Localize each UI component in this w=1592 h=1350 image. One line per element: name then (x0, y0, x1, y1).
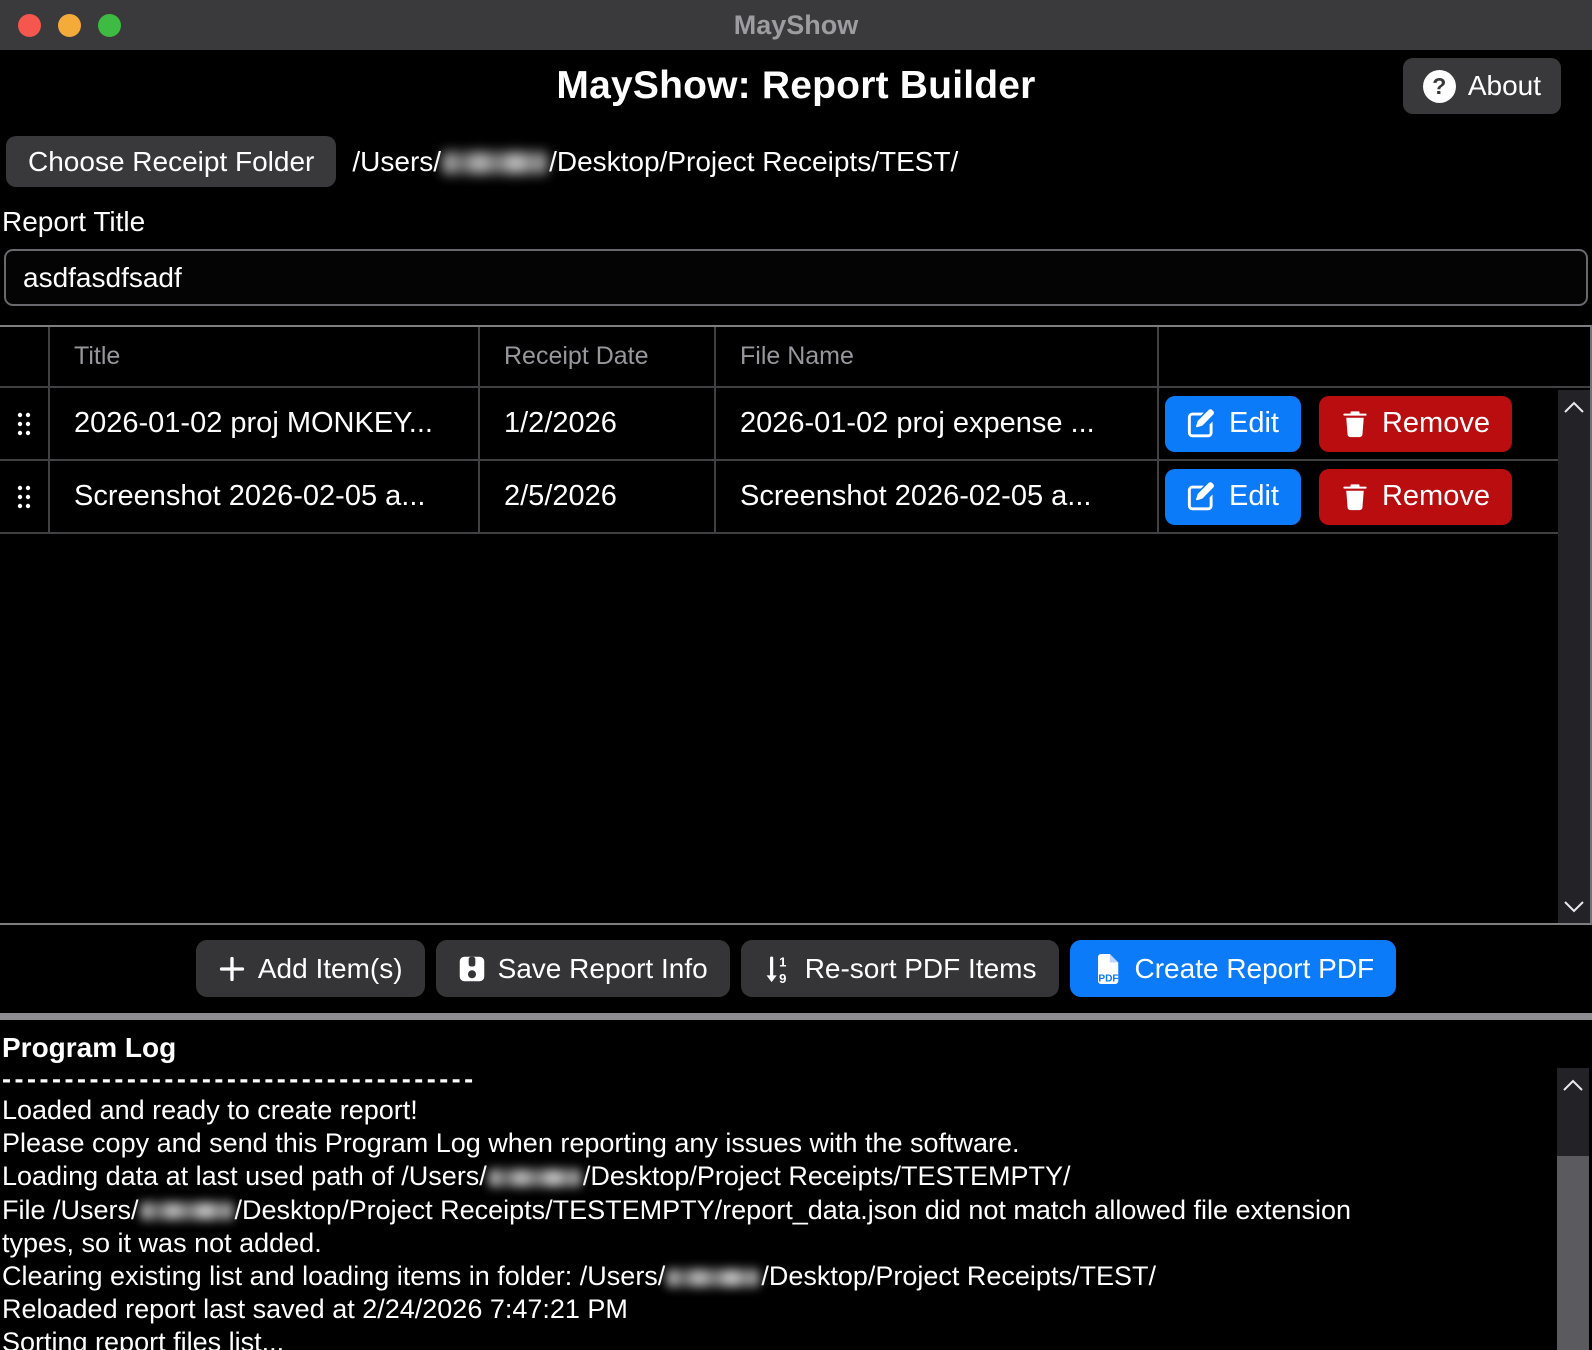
log-line: types, so it was not added. (2, 1227, 1532, 1260)
pane-divider (0, 1013, 1592, 1020)
resort-pdf-items-label: Re-sort PDF Items (805, 953, 1037, 985)
column-header-receipt-date: Receipt Date (478, 327, 714, 386)
log-scrollbar-thumb[interactable] (1557, 1156, 1589, 1350)
save-floppy-icon (458, 955, 486, 983)
log-line: File /Users//Desktop/Project Receipts/TE… (2, 1194, 1532, 1227)
app-header: MayShow: Report Builder ? About (0, 58, 1592, 124)
question-icon: ? (1423, 70, 1456, 103)
pencil-square-icon (1187, 482, 1216, 511)
about-button[interactable]: ? About (1403, 58, 1561, 114)
about-button-label: About (1468, 70, 1541, 102)
cell-title: Screenshot 2026-02-05 a... (48, 461, 478, 532)
table-row: 2026-01-02 proj MONKEY... 1/2/2026 2026-… (0, 388, 1590, 461)
log-line: Sorting report files list... (2, 1326, 1532, 1350)
table-row: Screenshot 2026-02-05 a... 2/5/2026 Scre… (0, 461, 1590, 534)
cell-file-name: 2026-01-02 proj expense ... (714, 388, 1157, 459)
receipt-folder-path: /Users/ /Desktop/Project Receipts/TEST/ (352, 146, 958, 178)
redacted-username (489, 1169, 581, 1187)
cell-actions: Edit Remove (1157, 388, 1590, 459)
table-scrollbar[interactable] (1558, 390, 1590, 923)
window-title: MayShow (0, 10, 1592, 41)
svg-text:PDF: PDF (1098, 973, 1118, 984)
path-prefix: /Users/ (352, 146, 441, 177)
log-line: Loading data at last used path of /Users… (2, 1160, 1532, 1193)
remove-button-label: Remove (1382, 407, 1490, 440)
sort-numeric-down-icon: 1 9 (763, 954, 793, 984)
add-items-button[interactable]: Add Item(s) (196, 940, 425, 997)
pencil-square-icon (1187, 409, 1216, 438)
scroll-up-icon[interactable] (1558, 390, 1590, 424)
svg-text:1: 1 (779, 954, 786, 969)
edit-button-label: Edit (1229, 480, 1279, 513)
cell-title: 2026-01-02 proj MONKEY... (48, 388, 478, 459)
remove-button-label: Remove (1382, 480, 1490, 513)
report-items-table: Title Receipt Date File Name 2026-01-02 … (0, 325, 1592, 925)
log-line: Loaded and ready to create report! (2, 1094, 1532, 1127)
redacted-username (141, 1202, 233, 1220)
cell-file-name: Screenshot 2026-02-05 a... (714, 461, 1157, 532)
cell-receipt-date: 2/5/2026 (478, 461, 714, 532)
path-suffix: /Desktop/Project Receipts/TEST/ (549, 146, 958, 177)
trash-icon (1341, 410, 1369, 438)
edit-button-label: Edit (1229, 407, 1279, 440)
resort-pdf-items-button[interactable]: 1 9 Re-sort PDF Items (741, 940, 1059, 997)
log-line: Clearing existing list and loading items… (2, 1260, 1532, 1293)
program-log-heading: Program Log (2, 1032, 1532, 1064)
save-report-info-button[interactable]: Save Report Info (436, 940, 730, 997)
scroll-up-icon[interactable] (1557, 1068, 1589, 1102)
folder-row: Choose Receipt Folder /Users/ /Desktop/Pr… (6, 136, 1592, 187)
report-title-input[interactable] (4, 249, 1588, 306)
redacted-username (443, 152, 547, 174)
log-scrollbar[interactable] (1557, 1068, 1589, 1350)
table-header-row: Title Receipt Date File Name (0, 327, 1590, 388)
remove-item-button[interactable]: Remove (1319, 396, 1512, 452)
add-items-label: Add Item(s) (258, 953, 403, 985)
save-report-info-label: Save Report Info (498, 953, 708, 985)
page-title: MayShow: Report Builder (0, 58, 1592, 108)
create-report-pdf-button[interactable]: PDF Create Report PDF (1070, 940, 1397, 997)
choose-receipt-folder-button[interactable]: Choose Receipt Folder (6, 136, 336, 187)
column-header-title: Title (48, 327, 478, 386)
create-report-pdf-label: Create Report PDF (1135, 953, 1375, 985)
grip-dots-icon (14, 410, 34, 438)
grip-column-header (0, 327, 48, 386)
log-line: Reloaded report last saved at 2/24/2026 … (2, 1293, 1532, 1326)
plus-icon (218, 955, 246, 983)
edit-item-button[interactable]: Edit (1165, 469, 1301, 525)
scroll-down-icon[interactable] (1558, 889, 1590, 923)
report-title-label: Report Title (2, 206, 1592, 238)
drag-handle[interactable] (0, 388, 48, 459)
edit-item-button[interactable]: Edit (1165, 396, 1301, 452)
log-divider-dashes: -------------------------------------- (2, 1064, 1532, 1094)
cell-receipt-date: 1/2/2026 (478, 388, 714, 459)
drag-handle[interactable] (0, 461, 48, 532)
remove-item-button[interactable]: Remove (1319, 469, 1512, 525)
trash-icon (1341, 483, 1369, 511)
grip-dots-icon (14, 483, 34, 511)
redacted-username (667, 1269, 759, 1287)
log-line: Please copy and send this Program Log wh… (2, 1127, 1532, 1160)
window-titlebar: MayShow (0, 0, 1592, 50)
program-log: Program Log ----------------------------… (0, 1020, 1592, 1350)
pdf-file-icon: PDF (1092, 954, 1122, 984)
svg-text:9: 9 (779, 970, 786, 983)
column-header-file-name: File Name (714, 327, 1157, 386)
cell-actions: Edit Remove (1157, 461, 1590, 532)
actions-toolbar: Add Item(s) Save Report Info 1 9 Re-sort… (0, 925, 1592, 1013)
column-header-actions (1157, 327, 1590, 386)
